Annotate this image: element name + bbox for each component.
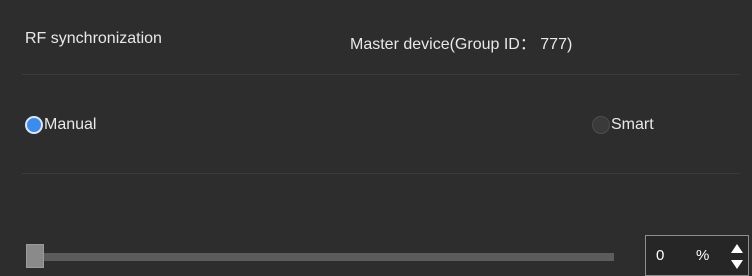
section-title: RF synchronization: [25, 30, 162, 47]
triangle-up-icon[interactable]: [730, 241, 744, 255]
radio-manual-label: Manual: [44, 116, 97, 133]
radio-checked-icon: [25, 116, 43, 134]
radio-smart-label: Smart: [611, 116, 654, 133]
header-row: RF synchronization Master device(Group I…: [0, 0, 752, 74]
triangle-down-icon[interactable]: [730, 257, 744, 271]
level-spinbox[interactable]: 0 %: [645, 235, 749, 276]
radio-manual[interactable]: Manual: [25, 116, 96, 134]
spinbox-unit: %: [696, 247, 710, 264]
slider-track: [26, 253, 614, 261]
divider: [22, 173, 740, 174]
divider: [22, 74, 740, 75]
slider-thumb[interactable]: [26, 244, 44, 268]
spinbox-value[interactable]: 0: [656, 247, 664, 264]
rf-sync-panel: RF synchronization Master device(Group I…: [0, 0, 752, 276]
level-slider[interactable]: [26, 244, 614, 270]
radio-unchecked-icon: [592, 116, 610, 134]
radio-smart[interactable]: Smart: [592, 116, 654, 134]
master-device-label: Master device(Group ID： 777): [350, 36, 573, 53]
